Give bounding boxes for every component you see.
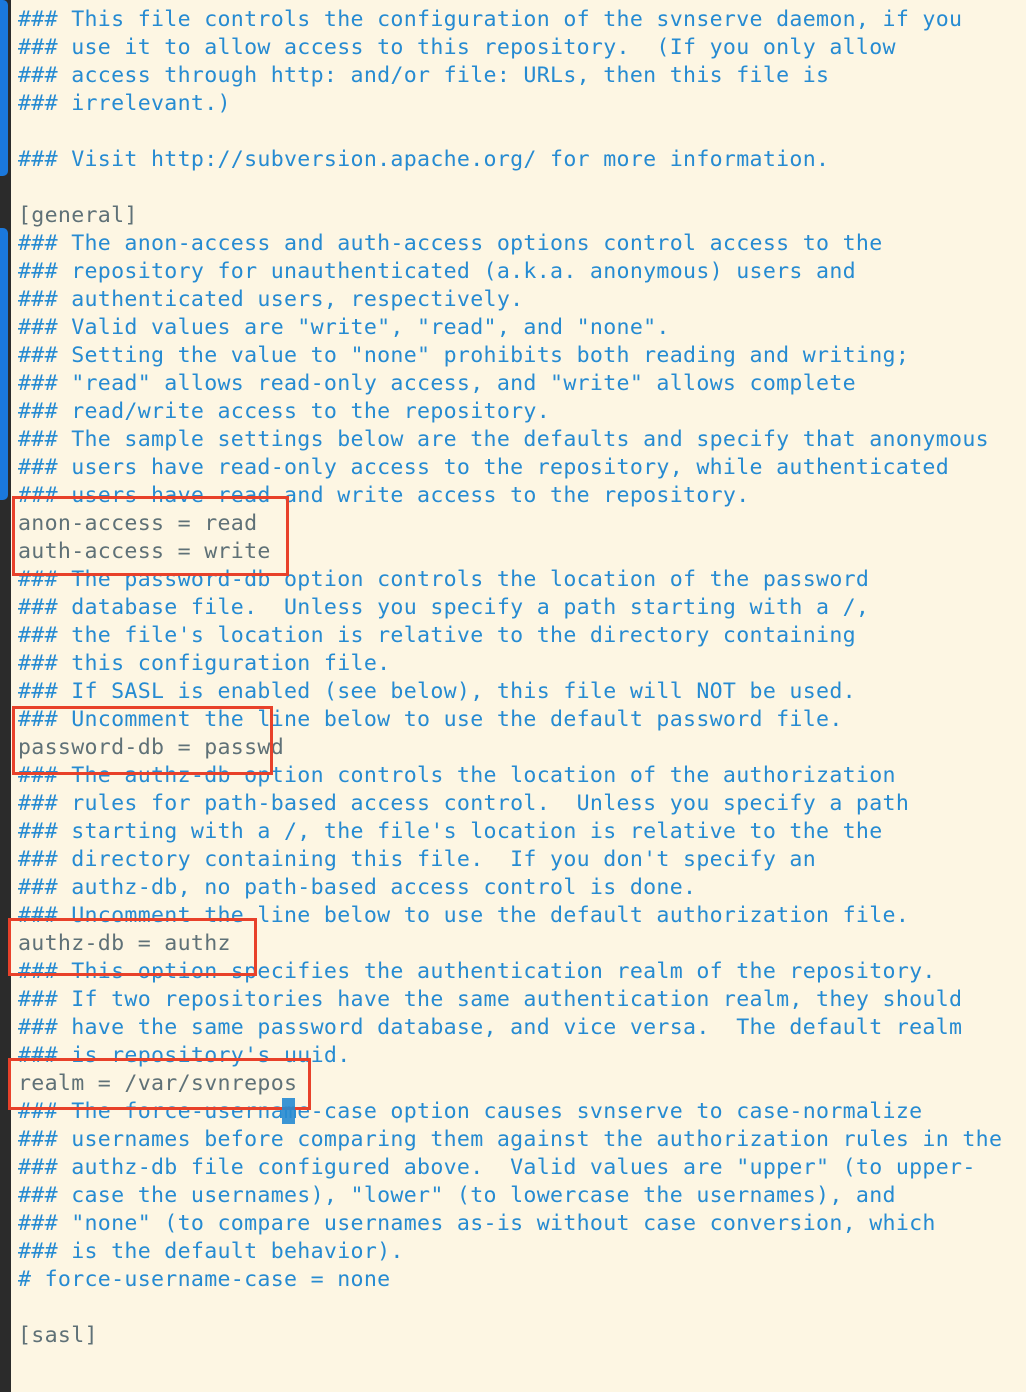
comment-line: ### is the default behavior).	[18, 1239, 404, 1264]
comment-line: ### authz-db, no path-based access contr…	[18, 875, 697, 900]
comment-line: ### have the same password database, and…	[18, 1015, 963, 1040]
comment-line: # force-username-case = none	[18, 1267, 391, 1292]
editor-text-area[interactable]: ### This file controls the configuration…	[18, 6, 1002, 1350]
comment-line: ### this configuration file.	[18, 651, 391, 676]
gutter-change-marker	[0, 0, 8, 176]
text-cursor	[282, 1098, 295, 1124]
comment-line: ### The sample settings below are the de…	[18, 427, 989, 452]
config-line	[18, 174, 1002, 202]
comment-line: ### directory containing this file. If y…	[18, 847, 817, 872]
comment-line: ### If SASL is enabled (see below), this…	[18, 679, 856, 704]
highlight-box-realm	[8, 1058, 311, 1110]
config-line	[18, 118, 1002, 146]
comment-line: ### This file controls the configuration…	[18, 7, 963, 32]
comment-line: ### read/write access to the repository.	[18, 399, 551, 424]
highlight-box-password-db	[12, 706, 273, 775]
comment-line: ### users have read-only access to the r…	[18, 455, 950, 480]
highlight-box-access	[12, 496, 289, 576]
config-line	[18, 1294, 1002, 1322]
comment-line: ### rules for path-based access control.…	[18, 791, 910, 816]
comment-line: ### case the usernames), "lower" (to low…	[18, 1183, 896, 1208]
comment-line: ### Visit http://subversion.apache.org/ …	[18, 147, 830, 172]
comment-line: ### the file's location is relative to t…	[18, 623, 856, 648]
comment-line: ### Setting the value to "none" prohibit…	[18, 343, 910, 368]
comment-line: ### usernames before comparing them agai…	[18, 1127, 1003, 1152]
comment-line: ### use it to allow access to this repos…	[18, 35, 896, 60]
comment-line: ### repository for unauthenticated (a.k.…	[18, 259, 856, 284]
comment-line: ### Valid values are "write", "read", an…	[18, 315, 670, 340]
editor-gutter	[0, 0, 11, 1392]
config-line: [general]	[18, 203, 138, 228]
comment-line: ### database file. Unless you specify a …	[18, 595, 870, 620]
gutter-change-marker	[0, 228, 8, 500]
comment-line: ### If two repositories have the same au…	[18, 987, 963, 1012]
comment-line: ### starting with a /, the file's locati…	[18, 819, 883, 844]
comment-line: ### The anon-access and auth-access opti…	[18, 231, 883, 256]
comment-line: ### irrelevant.)	[18, 91, 231, 116]
comment-line: ### "read" allows read-only access, and …	[18, 371, 856, 396]
comment-line: ### access through http: and/or file: UR…	[18, 63, 830, 88]
comment-line: ### "none" (to compare usernames as-is w…	[18, 1211, 936, 1236]
comment-line: ### authenticated users, respectively.	[18, 287, 524, 312]
config-line: [sasl]	[18, 1323, 98, 1348]
comment-line: ### authz-db file configured above. Vali…	[18, 1155, 976, 1180]
highlight-box-authz-db	[8, 918, 257, 976]
